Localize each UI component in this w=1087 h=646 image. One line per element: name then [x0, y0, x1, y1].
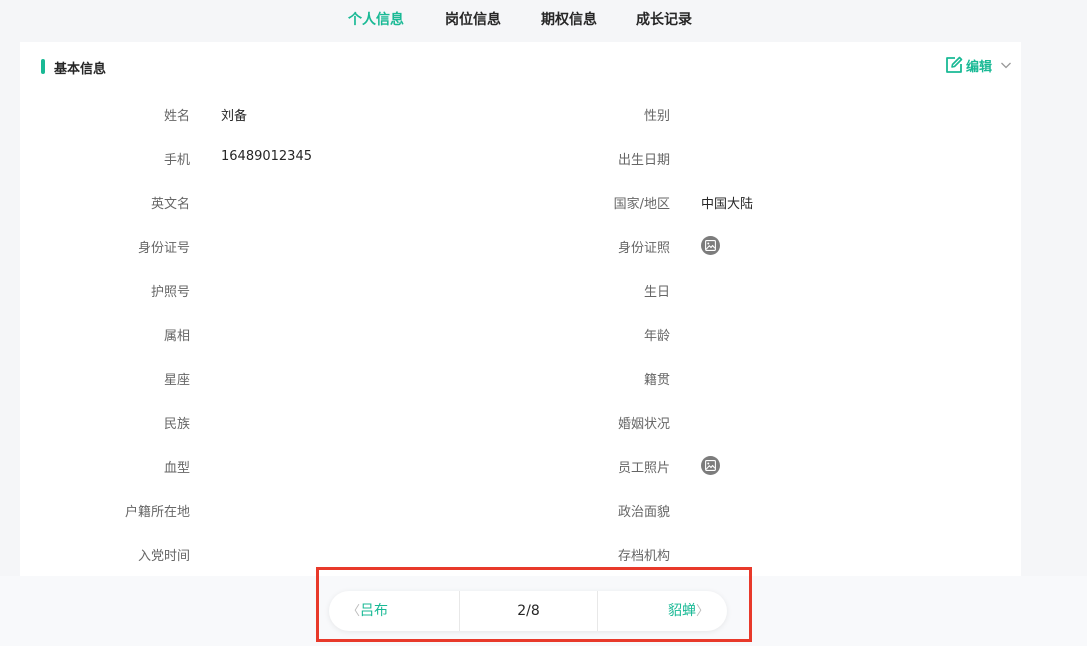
field-label: 年龄 — [643, 329, 670, 344]
field-value: 刘备 — [221, 109, 248, 124]
field-label: 入党时间 — [137, 549, 190, 564]
field-label: 手机 — [163, 153, 190, 168]
field-row: 手机 16489012345 出生日期 — [20, 149, 1021, 169]
field-label: 英文名 — [150, 197, 190, 212]
field-value: 中国大陆 — [701, 197, 754, 212]
field-label: 存档机构 — [617, 549, 670, 564]
section-title: 基本信息 — [54, 62, 107, 77]
field-row: 星座 籍贯 — [20, 369, 1021, 389]
field-label: 性别 — [643, 109, 670, 124]
tab-position-info[interactable]: 岗位信息 — [445, 9, 501, 29]
tab-option-info[interactable]: 期权信息 — [541, 9, 597, 29]
field-label: 星座 — [163, 373, 190, 388]
field-label: 出生日期 — [617, 153, 670, 168]
highlight-annotation-box — [316, 567, 752, 642]
field-row: 入党时间 存档机构 — [20, 545, 1021, 565]
field-label: 血型 — [163, 461, 190, 476]
basic-info-card: 基本信息 编辑 姓名 刘备 性别手机 16489012345 出生日期英文名 国家/地区 中… — [20, 42, 1021, 576]
field-label: 身份证照 — [617, 241, 670, 256]
image-icon[interactable] — [701, 456, 720, 475]
field-row: 属相 年龄 — [20, 325, 1021, 345]
field-label: 姓名 — [163, 109, 190, 124]
card-header: 基本信息 编辑 — [20, 42, 1021, 88]
field-label: 身份证号 — [137, 241, 190, 256]
field-label: 护照号 — [150, 285, 190, 300]
field-label: 员工照片 — [617, 461, 670, 476]
image-icon[interactable] — [701, 236, 720, 255]
tab-personal-info[interactable]: 个人信息 — [348, 9, 404, 29]
tab-growth-record[interactable]: 成长记录 — [636, 9, 692, 29]
field-value: 16489012345 — [221, 149, 312, 164]
field-label: 户籍所在地 — [124, 505, 190, 520]
field-row: 英文名 国家/地区 中国大陆 — [20, 193, 1021, 213]
field-label: 属相 — [163, 329, 190, 344]
field-row: 户籍所在地 政治面貌 — [20, 501, 1021, 521]
edit-label: 编辑 — [966, 59, 993, 75]
edit-button[interactable]: 编辑 — [944, 55, 992, 75]
field-label: 政治面貌 — [617, 505, 670, 520]
chevron-down-icon[interactable] — [1000, 60, 1012, 70]
field-label: 民族 — [163, 417, 190, 432]
field-row: 护照号 生日 — [20, 281, 1021, 301]
field-row: 身份证号 身份证照 — [20, 236, 1021, 257]
field-row: 民族 婚姻状况 — [20, 413, 1021, 433]
field-row: 姓名 刘备 性别 — [20, 105, 1021, 125]
field-label: 婚姻状况 — [617, 417, 670, 432]
field-row: 血型 员工照片 — [20, 456, 1021, 477]
tab-bar: 个人信息 岗位信息 期权信息 成长记录 — [0, 0, 1087, 40]
edit-icon — [946, 56, 963, 73]
section-accent-bar — [41, 59, 45, 74]
field-label: 籍贯 — [643, 373, 670, 388]
field-label: 国家/地区 — [613, 197, 670, 212]
field-label: 生日 — [643, 285, 670, 300]
